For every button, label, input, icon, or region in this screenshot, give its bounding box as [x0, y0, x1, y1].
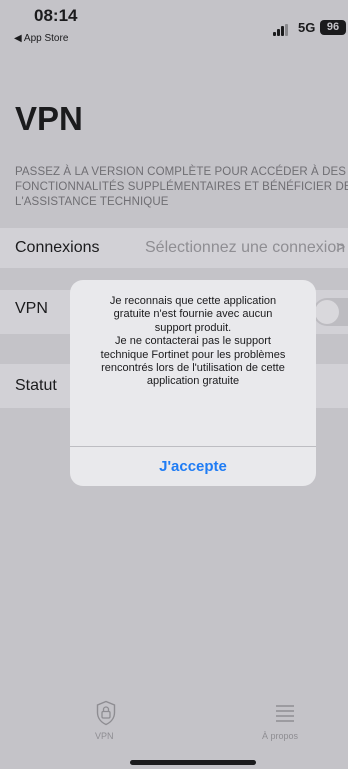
clock: 08:14 [34, 6, 78, 25]
upgrade-promo-link[interactable]: PASSEZ À LA VERSION COMPLÈTE POUR ACCÉDE… [15, 165, 348, 210]
home-indicator [130, 760, 256, 765]
connections-row[interactable]: Connexions Sélectionnez une connexion > [0, 228, 348, 268]
status-label: Statut [15, 377, 57, 394]
page-title: VPN [15, 100, 83, 137]
accept-button[interactable]: J'accepte [70, 447, 316, 486]
alert-line: gratuite n'est fournie avec aucun [113, 308, 273, 321]
toggle-knob [315, 300, 339, 324]
status-bar: 08:14 ◀ App Store 5G 96 [0, 0, 348, 50]
connections-value: Sélectionnez une connexion [145, 239, 346, 256]
chevron-right-icon: > [336, 239, 346, 256]
back-to-app-store-link[interactable]: ◀ App Store [14, 33, 68, 44]
vpn-toggle[interactable] [313, 298, 348, 326]
connections-label: Connexions [15, 239, 100, 256]
alert-line: application gratuite [146, 375, 240, 388]
disclaimer-alert: Je reconnais que cette application gratu… [70, 280, 316, 486]
tab-about-label[interactable]: À propos [262, 731, 298, 741]
shield-lock-icon[interactable] [95, 700, 117, 726]
alert-line: support produit. [154, 321, 232, 334]
alert-line: Je reconnais que cette application [109, 295, 277, 307]
alert-message: Je reconnais que cette application gratu… [80, 295, 306, 389]
tab-bar: VPN À propos [0, 688, 348, 769]
list-icon[interactable] [276, 705, 294, 722]
alert-line: Je ne contacterai pas le support [115, 335, 271, 348]
alert-line: technique Fortinet pour les problèmes [100, 348, 286, 361]
app-screen: 08:14 ◀ App Store 5G 96 VPN PASSEZ À LA … [0, 0, 348, 769]
right-margin [348, 0, 362, 769]
vpn-label: VPN [15, 300, 48, 317]
alert-line: rencontrés lors de l'utilisation de cett… [101, 362, 285, 375]
signal-icon [273, 24, 291, 36]
tab-vpn-label[interactable]: VPN [95, 731, 114, 741]
battery-icon: 96 [320, 20, 346, 35]
network-type: 5G [298, 20, 316, 35]
